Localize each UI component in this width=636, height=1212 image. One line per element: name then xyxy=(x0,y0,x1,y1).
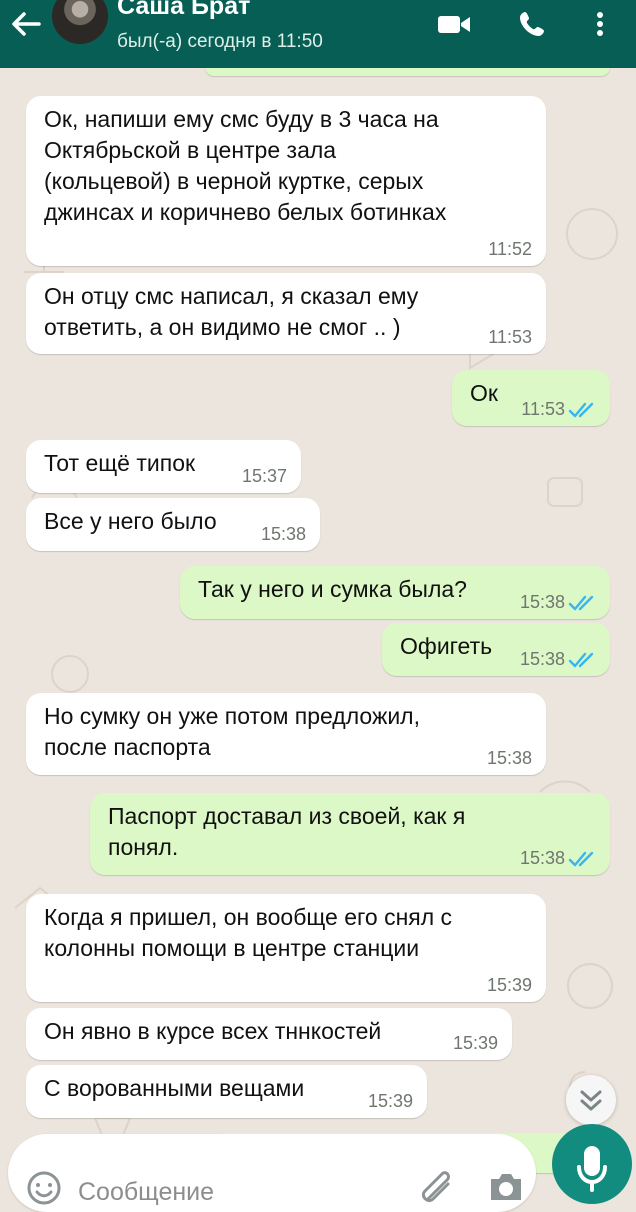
message-text: Все у него было xyxy=(44,508,217,534)
double-chevron-down-icon xyxy=(580,1090,602,1111)
voice-message-button[interactable] xyxy=(552,1124,632,1204)
message-text: Но сумку он уже потом предложил, после п… xyxy=(44,703,420,760)
message-time: 15:38 xyxy=(519,592,565,612)
message-bubble[interactable]: Паспорт доставал из своей, как я понял. … xyxy=(90,793,610,875)
message-time: 15:39 xyxy=(367,1091,413,1111)
message-time: 15:39 xyxy=(452,1033,498,1053)
message-bubble[interactable]: Все у него было 15:38 xyxy=(26,498,320,551)
message-bubble[interactable]: Ок, напиши ему смс буду в 3 часа на Октя… xyxy=(26,96,546,266)
message-bubble[interactable]: Офигеть 15:38 xyxy=(382,623,610,676)
more-vert-icon[interactable] xyxy=(590,8,610,40)
last-seen-status: был(-а) сегодня в 11:50 xyxy=(117,31,323,52)
message-text: Офигеть xyxy=(400,633,493,659)
message-bubble[interactable]: Так у него и сумка была? 15:38 xyxy=(180,566,610,619)
message-text: Ок xyxy=(470,380,498,406)
video-call-icon[interactable] xyxy=(436,8,474,40)
read-ticks-icon xyxy=(568,652,594,668)
message-bubble[interactable]: Он отцу смс написал, я сказал ему ответи… xyxy=(26,273,546,354)
message-bubble[interactable]: С ворованными вещами 15:39 xyxy=(26,1065,427,1118)
phone-icon[interactable] xyxy=(516,8,548,40)
microphone-icon xyxy=(577,1146,607,1192)
message-text: Так у него и сумка была? xyxy=(198,576,467,602)
arrow-left-icon[interactable] xyxy=(8,8,44,40)
message-text: Он явно в курсе всех тннкостей xyxy=(44,1018,382,1044)
message-time: 15:39 xyxy=(486,975,532,995)
message-bubble[interactable]: Когда я пришел, он вообще его снял с кол… xyxy=(26,894,546,1002)
read-ticks-icon xyxy=(568,851,594,867)
avatar[interactable] xyxy=(52,0,108,44)
message-time: 15:38 xyxy=(519,848,565,868)
emoji-icon[interactable] xyxy=(24,1168,64,1208)
message-time: 15:37 xyxy=(241,466,287,486)
message-list[interactable]: Ок, напиши ему смс буду в 3 часа на Октя… xyxy=(0,68,636,1200)
scroll-to-bottom-button[interactable] xyxy=(566,1075,616,1125)
message-text: С ворованными вещами xyxy=(44,1075,305,1101)
message-time: 11:53 xyxy=(488,327,532,347)
camera-icon[interactable] xyxy=(484,1166,526,1206)
attach-icon[interactable] xyxy=(416,1168,456,1208)
message-bubble-partial xyxy=(205,68,610,76)
chat-header: Саша Брат был(-а) сегодня в 11:50 xyxy=(0,0,636,68)
message-time: 15:38 xyxy=(486,748,532,768)
message-time: 15:38 xyxy=(519,649,565,669)
read-ticks-icon xyxy=(568,595,594,611)
contact-name[interactable]: Саша Брат xyxy=(117,0,250,21)
message-time: 11:53 xyxy=(521,399,565,419)
message-time: 15:38 xyxy=(260,524,306,544)
message-input[interactable] xyxy=(70,1172,348,1212)
read-ticks-icon xyxy=(568,402,594,418)
message-text: Когда я пришел, он вообще его снял с кол… xyxy=(44,904,453,961)
message-text: Он отцу смс написал, я сказал ему ответи… xyxy=(44,283,419,340)
message-text: Тот ещё типок xyxy=(44,450,196,476)
message-time: 11:52 xyxy=(488,239,532,259)
message-bubble[interactable]: Он явно в курсе всех тннкостей 15:39 xyxy=(26,1008,512,1060)
message-bubble[interactable]: Тот ещё типок 15:37 xyxy=(26,440,301,493)
message-bubble[interactable]: Но сумку он уже потом предложил, после п… xyxy=(26,693,546,775)
message-text: Ок, напиши ему смс буду в 3 часа на Октя… xyxy=(44,106,447,225)
message-bubble[interactable]: Ок 11:53 xyxy=(452,370,610,426)
message-text: Паспорт доставал из своей, как я понял. xyxy=(108,803,466,860)
